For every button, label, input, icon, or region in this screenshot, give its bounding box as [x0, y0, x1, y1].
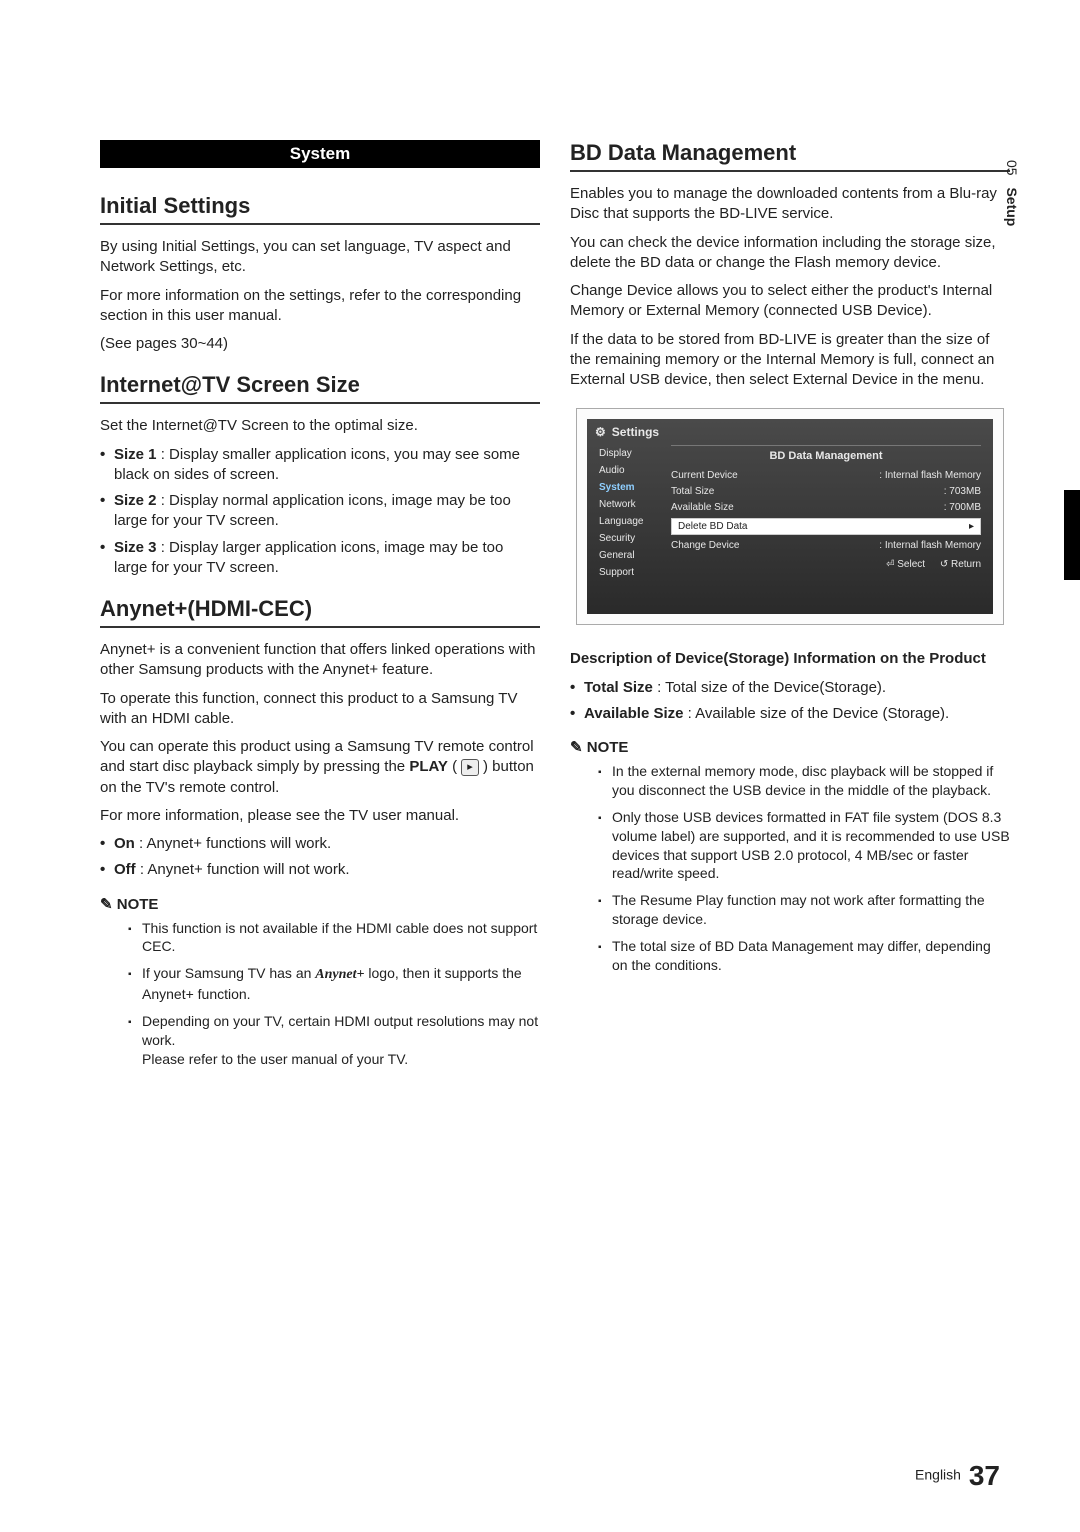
hint-return: ↺ Return [940, 559, 981, 570]
note-heading: NOTE [100, 895, 540, 913]
footer-language: English [915, 1467, 961, 1483]
row-delete-bd-data[interactable]: Delete BD Data ▸ [671, 518, 981, 535]
hint-select: ⏎ Select [886, 559, 925, 570]
detail-heading: BD Data Management [671, 445, 981, 462]
body-text: For more information, please see the TV … [100, 806, 540, 826]
chapter-label: Setup [1004, 187, 1020, 226]
list-item: The total size of BD Data Management may… [598, 937, 1010, 975]
list-item: Size 1 : Display smaller application ico… [100, 445, 540, 486]
settings-screenshot: Settings Display Audio System Network La… [576, 408, 1004, 625]
menu-item-security[interactable]: Security [595, 530, 667, 547]
columns: System Initial Settings By using Initial… [100, 140, 1010, 1081]
menu-item-general[interactable]: General [595, 547, 667, 564]
anynet-options: On : Anynet+ functions will work. Off : … [100, 834, 540, 881]
list-item: Total Size : Total size of the Device(St… [570, 678, 1010, 698]
right-column: BD Data Management Enables you to manage… [570, 140, 1010, 1081]
list-item: Size 2 : Display normal application icon… [100, 491, 540, 532]
body-text: Change Device allows you to select eithe… [570, 281, 1010, 322]
side-tab: 05 Setup [1004, 160, 1020, 226]
list-item: On : Anynet+ functions will work. [100, 834, 540, 854]
heading-anynet: Anynet+(HDMI-CEC) [100, 596, 540, 628]
page-footer: English 37 [915, 1460, 1000, 1492]
settings-detail: BD Data Management Current Device : Inte… [667, 445, 985, 595]
body-text: If the data to be stored from BD-LIVE is… [570, 330, 1010, 391]
body-text: You can operate this product using a Sam… [100, 737, 540, 798]
list-item: Only those USB devices formatted in FAT … [598, 808, 1010, 884]
note-heading: NOTE [570, 738, 1010, 756]
button-hints: ⏎ Select ↺ Return [671, 559, 981, 570]
menu-item-system[interactable]: System [595, 479, 667, 496]
heading-bd-data: BD Data Management [570, 140, 1010, 172]
list-item: The Resume Play function may not work af… [598, 891, 1010, 929]
anynet-logo: Anynet+ [315, 967, 364, 982]
body-text: You can check the device information inc… [570, 233, 1010, 274]
list-item: In the external memory mode, disc playba… [598, 762, 1010, 800]
row-total-size: Total Size : 703MB [671, 486, 981, 497]
description-heading: Description of Device(Storage) Informati… [570, 649, 1010, 669]
settings-window: Settings Display Audio System Network La… [587, 419, 993, 614]
row-available-size: Available Size : 700MB [671, 502, 981, 513]
menu-item-support[interactable]: Support [595, 564, 667, 581]
menu-item-network[interactable]: Network [595, 496, 667, 513]
menu-item-audio[interactable]: Audio [595, 462, 667, 479]
settings-title: Settings [595, 425, 985, 439]
description-list: Total Size : Total size of the Device(St… [570, 678, 1010, 725]
anynet-notes: This function is not available if the HD… [128, 919, 540, 1069]
body-text: Set the Internet@TV Screen to the optima… [100, 416, 540, 436]
settings-menu: Display Audio System Network Language Se… [595, 445, 667, 595]
body-text: (See pages 30~44) [100, 334, 540, 354]
left-column: System Initial Settings By using Initial… [100, 140, 540, 1081]
chapter-number: 05 [1004, 160, 1020, 176]
heading-initial-settings: Initial Settings [100, 193, 540, 225]
play-icon: ▸ [461, 759, 479, 776]
menu-item-display[interactable]: Display [595, 445, 667, 462]
list-item: Depending on your TV, certain HDMI outpu… [128, 1012, 540, 1069]
list-item: Off : Anynet+ function will not work. [100, 860, 540, 880]
heading-internet-tv: Internet@TV Screen Size [100, 372, 540, 404]
bd-notes: In the external memory mode, disc playba… [598, 762, 1010, 975]
size-list: Size 1 : Display smaller application ico… [100, 445, 540, 579]
system-heading-bar: System [100, 140, 540, 168]
body-text: To operate this function, connect this p… [100, 689, 540, 730]
body-text: For more information on the settings, re… [100, 286, 540, 327]
list-item: This function is not available if the HD… [128, 919, 540, 957]
row-current-device: Current Device : Internal flash Memory [671, 470, 981, 481]
menu-item-language[interactable]: Language [595, 513, 667, 530]
edge-tab [1064, 490, 1080, 580]
page-number: 37 [969, 1460, 1000, 1491]
row-change-device[interactable]: Change Device : Internal flash Memory [671, 540, 981, 551]
manual-page: 05 Setup System Initial Settings By usin… [0, 0, 1080, 1532]
list-item: If your Samsung TV has an Anynet+ logo, … [128, 964, 540, 1004]
body-text: Anynet+ is a convenient function that of… [100, 640, 540, 681]
body-text: Enables you to manage the downloaded con… [570, 184, 1010, 225]
list-item: Available Size : Available size of the D… [570, 704, 1010, 724]
list-item: Size 3 : Display larger application icon… [100, 538, 540, 579]
body-text: By using Initial Settings, you can set l… [100, 237, 540, 278]
chevron-right-icon: ▸ [969, 521, 974, 532]
